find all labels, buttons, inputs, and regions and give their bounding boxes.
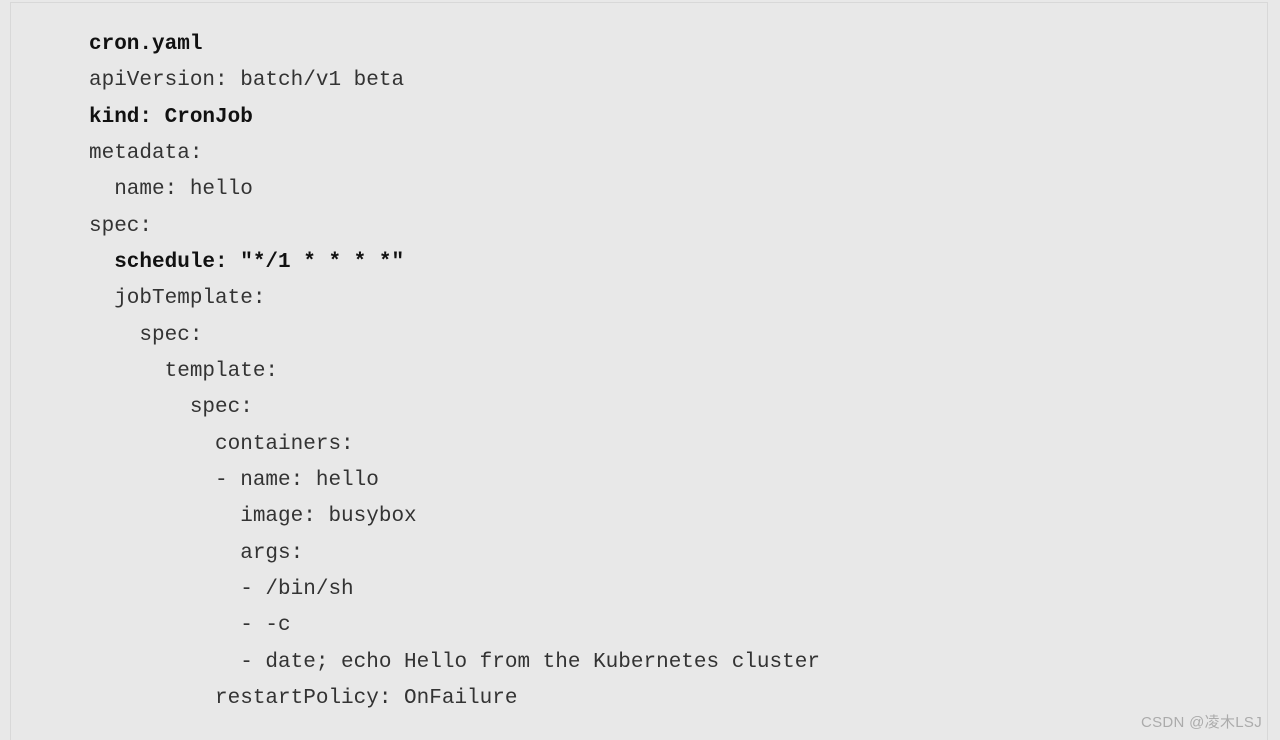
code-line: - date; echo Hello from the Kubernetes c… — [89, 651, 820, 674]
code-line: spec: — [89, 324, 202, 347]
code-line: - /bin/sh — [89, 578, 354, 601]
code-line: restartPolicy: OnFailure — [89, 687, 517, 710]
code-line: name: hello — [89, 178, 253, 201]
code-line: schedule: "*/1 * * * *" — [89, 251, 404, 274]
code-line: args: — [89, 542, 303, 565]
code-line: spec: — [89, 215, 152, 238]
code-line: template: — [89, 360, 278, 383]
code-line: image: busybox — [89, 505, 417, 528]
code-line: - name: hello — [89, 469, 379, 492]
yaml-code-block: cron.yaml apiVersion: batch/v1 beta kind… — [10, 2, 1268, 740]
code-line: metadata: — [89, 142, 202, 165]
code-line: containers: — [89, 433, 354, 456]
code-line: kind: CronJob — [89, 106, 253, 129]
code-line: cron.yaml — [89, 33, 202, 56]
code-line: spec: — [89, 396, 253, 419]
code-line: apiVersion: batch/v1 beta — [89, 69, 404, 92]
code-line: jobTemplate: — [89, 287, 265, 310]
code-line: - -c — [89, 614, 291, 637]
